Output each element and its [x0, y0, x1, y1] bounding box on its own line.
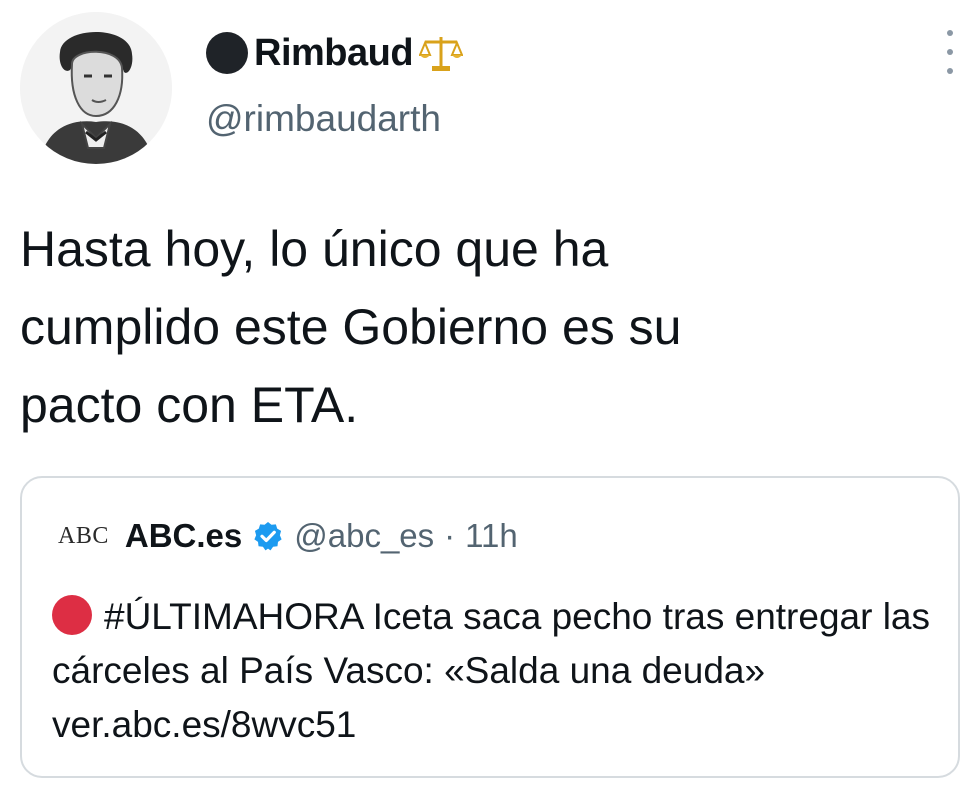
verified-badge-icon	[254, 522, 282, 551]
quoted-display-name[interactable]: ABC.es	[125, 517, 242, 555]
quoted-timestamp[interactable]: 11h	[465, 517, 518, 555]
author-name-row[interactable]: Rimbaud	[206, 26, 464, 80]
tweet-card: Rimbaud @rimbaudarth Hasta hoy, lo único…	[0, 0, 980, 800]
tweet-text: Hasta hoy, lo único que ha cumplido este…	[20, 221, 682, 433]
abc-logo: ABC	[58, 522, 109, 549]
red-circle-icon	[52, 595, 92, 635]
author-handle[interactable]: @rimbaudarth	[206, 98, 441, 140]
avatar[interactable]	[20, 12, 172, 164]
balance-scale-icon	[419, 37, 464, 71]
author-display-name[interactable]: Rimbaud	[254, 32, 414, 75]
black-circle-icon	[206, 32, 248, 74]
quoted-handle[interactable]: @abc_es	[294, 517, 434, 555]
quoted-tweet-text: #ÚLTIMAHORA Iceta saca pecho tras entreg…	[52, 596, 931, 745]
portrait-drawing-icon	[20, 12, 172, 164]
quoted-tweet-text-block: #ÚLTIMAHORA Iceta saca pecho tras entreg…	[52, 590, 932, 752]
quoted-tweet[interactable]: ABC ABC.es @abc_es · 11h #ÚLTIMAHORA Ice…	[20, 476, 960, 778]
header-separator: ·	[444, 517, 456, 554]
more-options-icon[interactable]	[942, 30, 958, 74]
quoted-tweet-header: ABC ABC.es @abc_es · 11h	[58, 514, 518, 558]
